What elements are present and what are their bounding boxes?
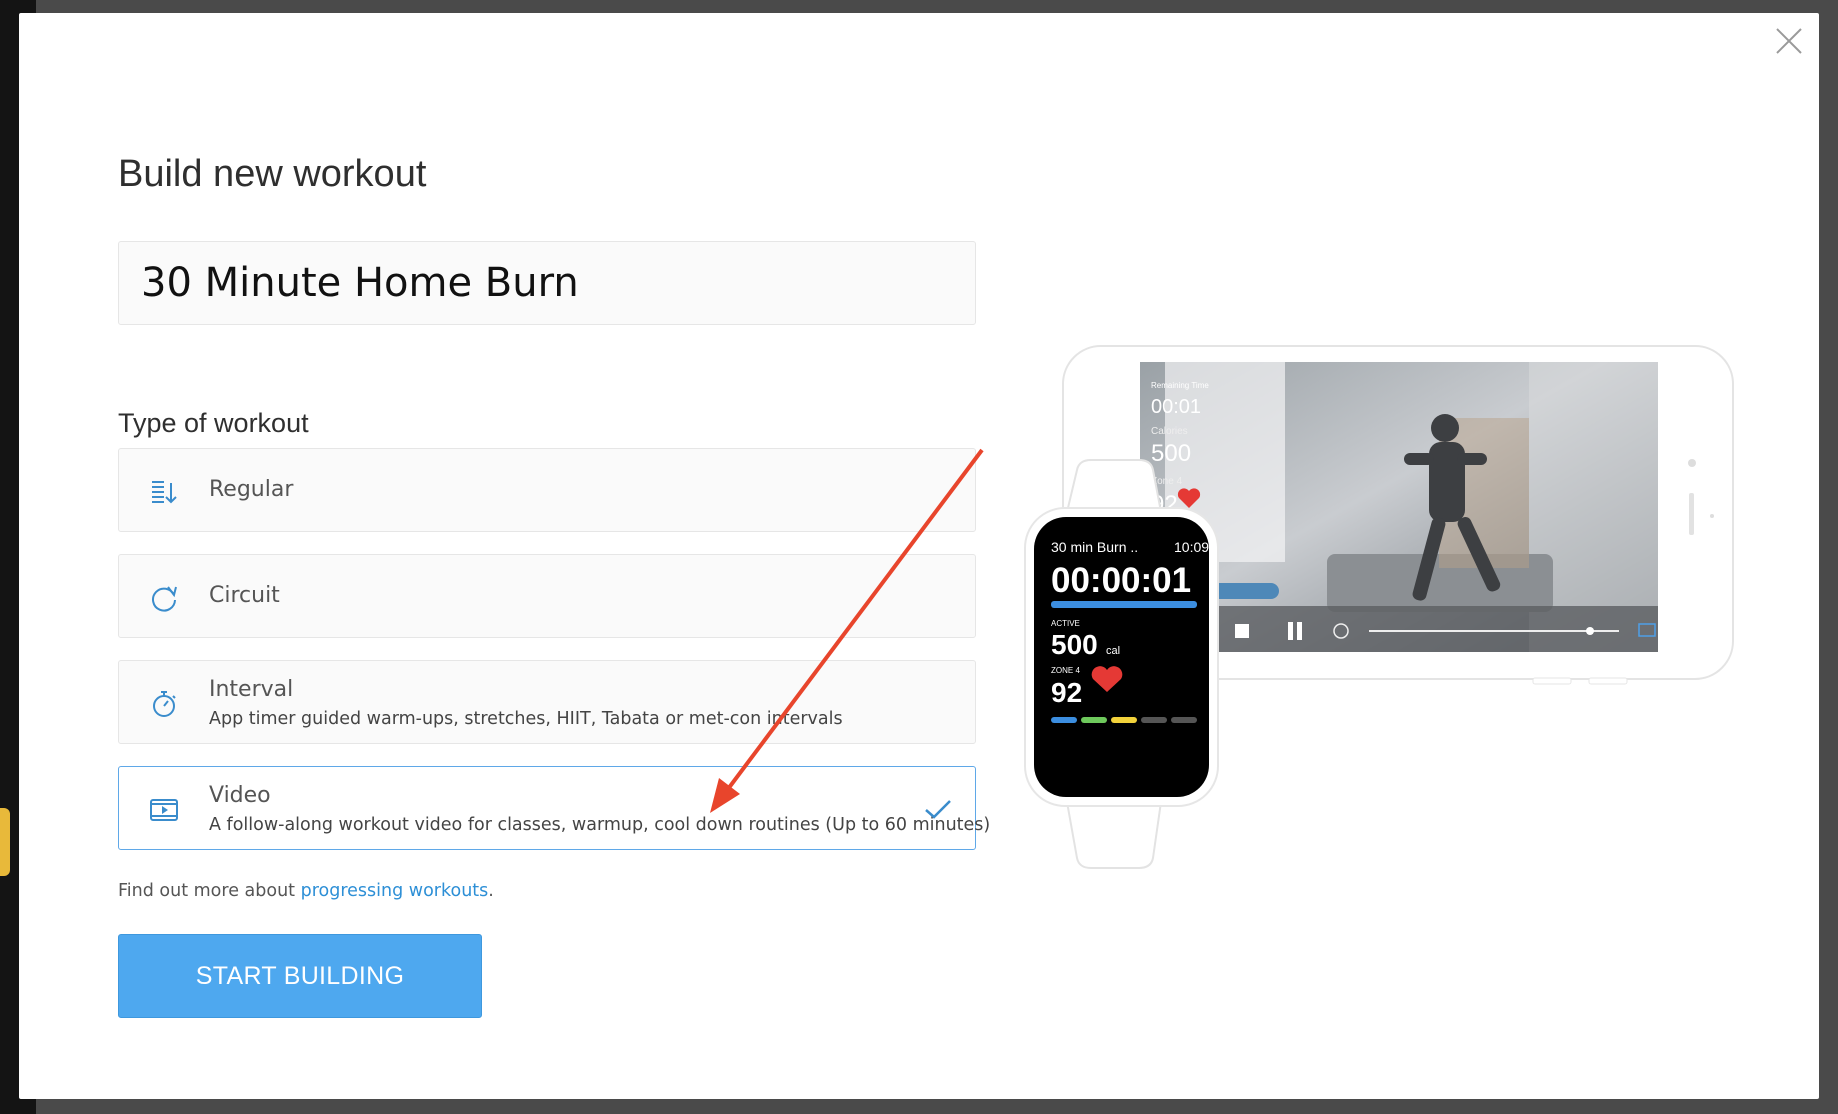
modal-title: Build new workout xyxy=(118,153,427,195)
watch-timer: 00:00:01 xyxy=(1051,561,1191,600)
close-icon xyxy=(1776,28,1802,54)
circuit-refresh-icon xyxy=(152,586,177,612)
workout-type-regular[interactable]: Regular xyxy=(118,448,976,532)
watch-zone-value: 92 xyxy=(1051,677,1082,708)
option-label: Interval xyxy=(209,677,294,702)
workout-type-interval[interactable]: Interval App timer guided warm-ups, stre… xyxy=(118,660,976,744)
workout-type-video[interactable]: Video A follow-along workout video for c… xyxy=(118,766,990,850)
option-description: A follow-along workout video for classes… xyxy=(209,815,991,835)
video-icon xyxy=(150,799,178,821)
stopwatch-icon xyxy=(153,691,176,717)
checkmark-icon xyxy=(925,800,951,819)
device-illustration: Remaining Time 00:01 Calories 500 Zone 4… xyxy=(1024,345,1734,869)
calories-value: 500 xyxy=(1151,440,1191,467)
option-label: Video xyxy=(209,783,271,808)
watch-active-value: 500 xyxy=(1051,629,1098,660)
close-button[interactable] xyxy=(1775,27,1803,55)
workout-type-heading: Type of workout xyxy=(118,408,309,438)
find-out-more: Find out more about progressing workouts… xyxy=(118,881,494,901)
watch-zone-label: ZONE 4 xyxy=(1051,666,1080,675)
calories-label: Calories xyxy=(1151,426,1188,437)
option-description: App timer guided warm-ups, stretches, HI… xyxy=(209,709,843,729)
watch-active-unit: cal xyxy=(1106,645,1120,657)
watch-workout-name: 30 min Burn .. xyxy=(1051,539,1138,555)
watch: 30 min Burn .. 10:09 00:00:01 ACTIVE 500… xyxy=(1024,459,1219,869)
stop-icon xyxy=(1235,624,1249,638)
workout-type-circuit[interactable]: Circuit xyxy=(118,554,976,638)
list-sort-icon xyxy=(152,481,177,504)
progressing-workouts-link[interactable]: progressing workouts xyxy=(301,881,489,901)
remaining-time-value: 00:01 xyxy=(1151,396,1201,418)
watch-active-label: ACTIVE xyxy=(1051,619,1080,628)
backdrop-side-tab[interactable] xyxy=(0,808,10,876)
build-workout-modal: Build new workout Type of workout Regula… xyxy=(19,13,1819,1099)
workout-name-input[interactable] xyxy=(118,241,976,325)
start-building-button[interactable]: START BUILDING xyxy=(118,934,482,1018)
watch-clock: 10:09 xyxy=(1174,539,1209,555)
option-label: Circuit xyxy=(209,583,280,608)
option-label: Regular xyxy=(209,477,294,502)
progress-knob xyxy=(1586,627,1594,635)
remaining-time-label: Remaining Time xyxy=(1151,381,1209,390)
